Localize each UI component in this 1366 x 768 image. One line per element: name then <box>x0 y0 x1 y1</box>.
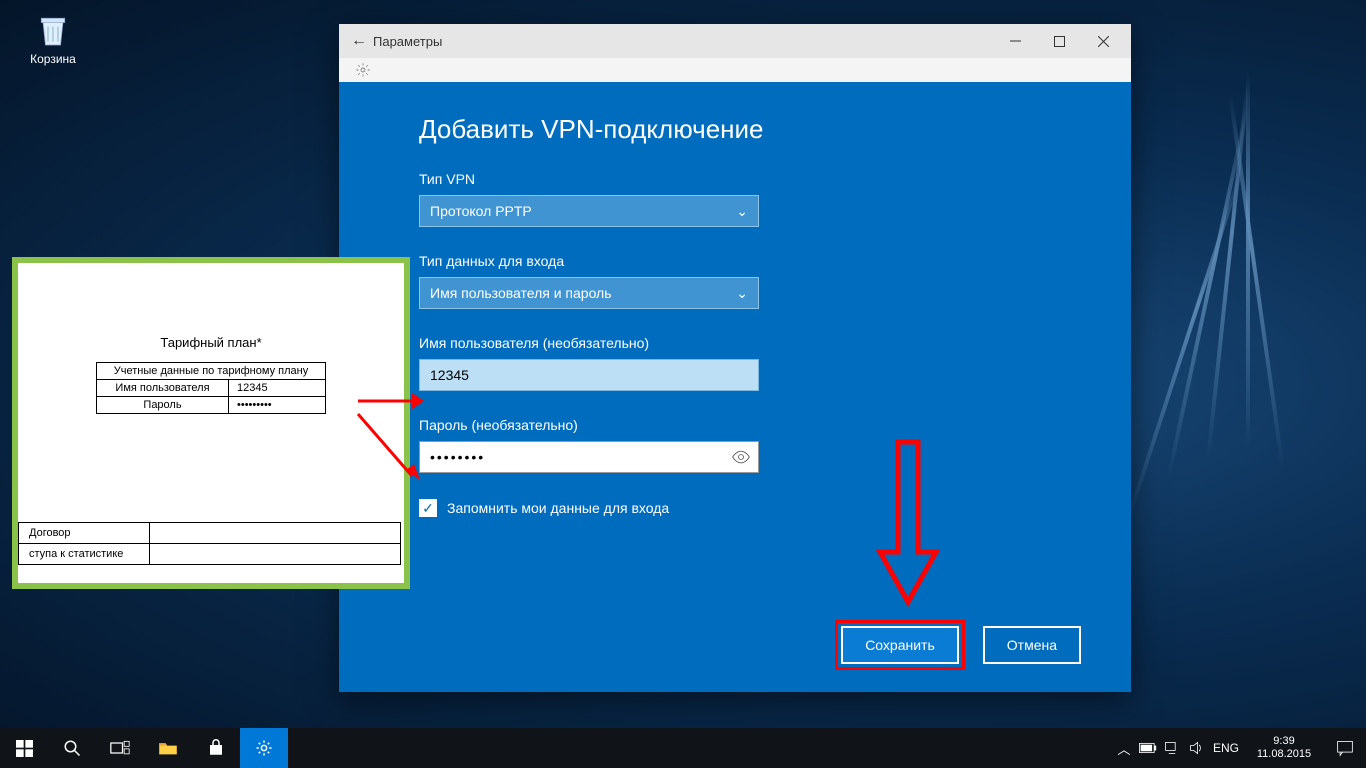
vpn-add-panel: Добавить VPN-подключение Тип VPN Протоко… <box>339 82 1131 692</box>
chevron-down-icon: ⌄ <box>736 203 748 220</box>
window-subheader: СЕТЬ И ИНТЕРНЕТ <box>339 58 1131 83</box>
close-button[interactable] <box>1081 24 1125 58</box>
window-titlebar: ← Параметры <box>339 24 1131 58</box>
system-tray: ︿ ENG 9:39 11.08.2015 <box>1112 728 1366 768</box>
tray-volume-icon[interactable] <box>1184 728 1208 768</box>
minimize-icon <box>1010 36 1021 47</box>
windows-logo-icon <box>16 740 33 757</box>
taskbar-store[interactable] <box>192 728 240 768</box>
close-icon <box>1098 36 1109 47</box>
doc-footer-table: Договор ступа к статистике <box>18 522 401 565</box>
tray-language[interactable]: ENG <box>1208 741 1244 755</box>
auth-type-label: Тип данных для входа <box>419 253 1071 269</box>
gear-icon <box>255 739 273 757</box>
tray-chevron-up-icon[interactable]: ︿ <box>1112 728 1136 768</box>
window-title: Параметры <box>373 34 993 49</box>
search-icon <box>63 739 81 757</box>
username-input[interactable] <box>419 359 759 391</box>
doc-title: Тарифный план* <box>26 335 396 350</box>
tray-clock[interactable]: 9:39 11.08.2015 <box>1244 735 1324 761</box>
maximize-icon <box>1054 36 1065 47</box>
reveal-password-icon[interactable] <box>731 447 751 472</box>
checkbox-checked-icon: ✓ <box>419 499 437 517</box>
gear-icon <box>355 62 371 78</box>
back-button[interactable]: ← <box>345 32 373 50</box>
settings-window: ← Параметры СЕТЬ И ИНТЕРНЕТ Добавить VPN… <box>339 24 1131 692</box>
panel-heading: Добавить VPN-подключение <box>419 114 1071 145</box>
task-view-icon <box>110 740 130 756</box>
cancel-button[interactable]: Отмена <box>983 626 1081 664</box>
desktop-icon-label: Корзина <box>18 52 88 66</box>
tray-battery-icon[interactable] <box>1136 728 1160 768</box>
store-icon <box>207 739 225 757</box>
folder-icon <box>158 740 178 756</box>
start-button[interactable] <box>0 728 48 768</box>
recycle-bin-icon <box>33 10 73 50</box>
tray-notifications[interactable] <box>1324 739 1366 757</box>
taskbar: ︿ ENG 9:39 11.08.2015 <box>0 728 1366 768</box>
password-input[interactable] <box>419 441 759 473</box>
search-button[interactable] <box>48 728 96 768</box>
tariff-document: Тарифный план* Учетные данные по тарифно… <box>12 257 410 589</box>
save-button[interactable]: Сохранить <box>841 626 959 664</box>
credentials-table: Учетные данные по тарифному плану Имя по… <box>96 362 326 414</box>
taskbar-settings[interactable] <box>240 728 288 768</box>
notification-icon <box>1336 739 1354 757</box>
vpn-type-select[interactable]: Протокол PPTP ⌄ <box>419 195 759 227</box>
remember-checkbox[interactable]: ✓ Запомнить мои данные для входа <box>419 499 1071 517</box>
auth-type-select[interactable]: Имя пользователя и пароль ⌄ <box>419 277 759 309</box>
maximize-button[interactable] <box>1037 24 1081 58</box>
tray-network-icon[interactable] <box>1160 728 1184 768</box>
desktop-icon-recycle-bin[interactable]: Корзина <box>18 10 88 66</box>
taskbar-file-explorer[interactable] <box>144 728 192 768</box>
password-label: Пароль (необязательно) <box>419 417 1071 433</box>
chevron-down-icon: ⌄ <box>736 285 748 302</box>
username-label: Имя пользователя (необязательно) <box>419 335 1071 351</box>
task-view-button[interactable] <box>96 728 144 768</box>
minimize-button[interactable] <box>993 24 1037 58</box>
vpn-type-label: Тип VPN <box>419 171 1071 187</box>
